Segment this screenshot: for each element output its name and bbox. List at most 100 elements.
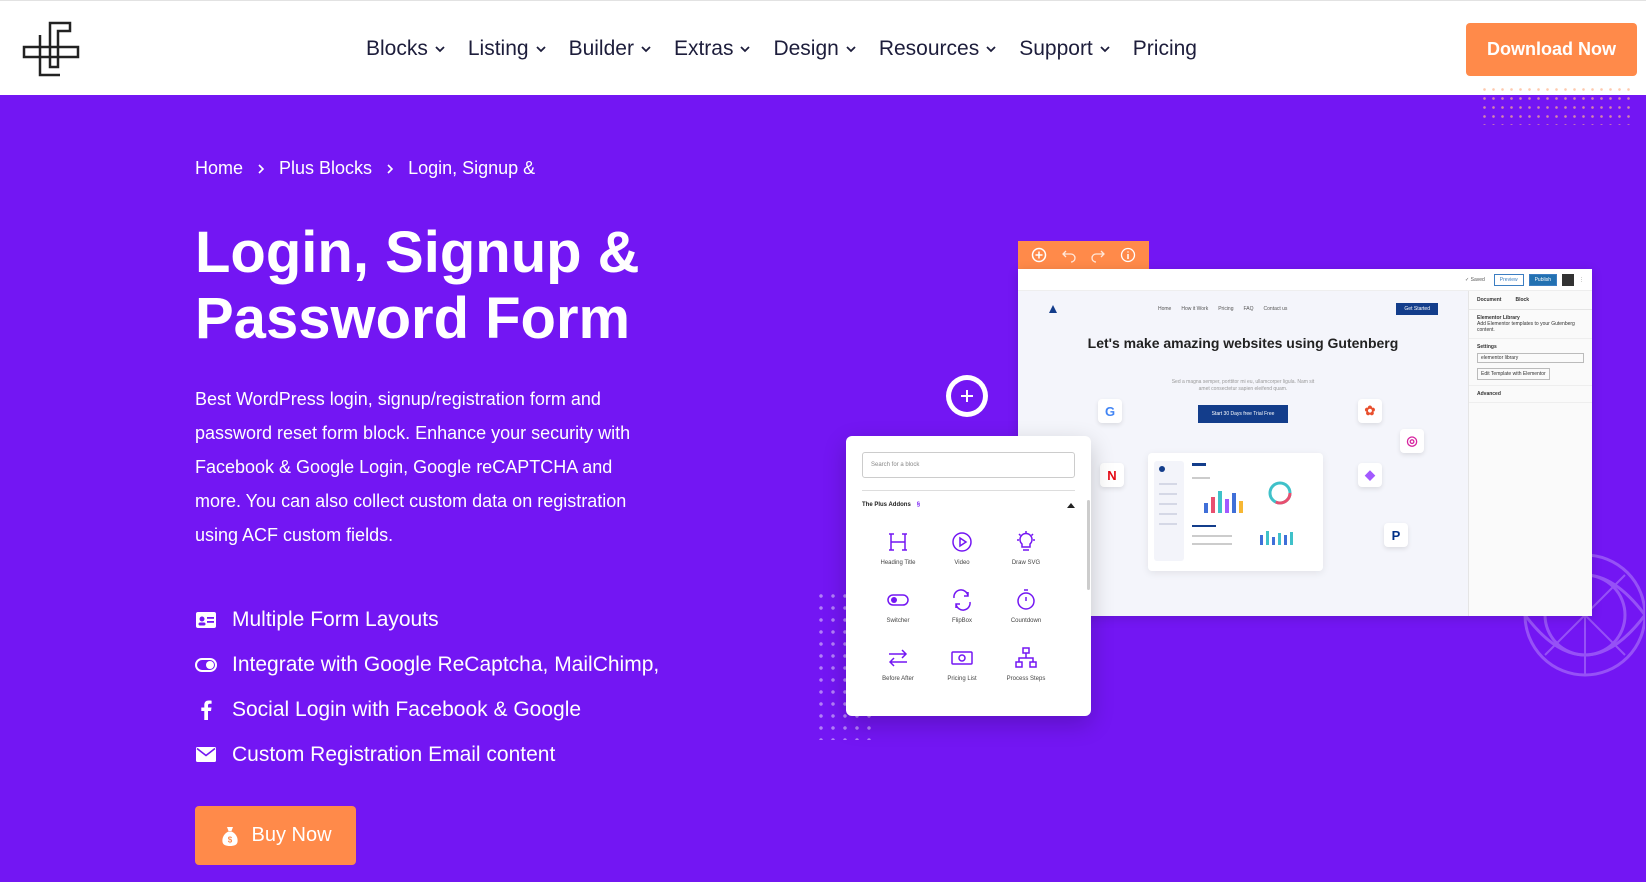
block-pricing-list[interactable]: Pricing List	[930, 646, 994, 682]
block-label: Switcher	[886, 618, 910, 624]
nav-listing[interactable]: Listing	[468, 37, 547, 61]
advanced-panel[interactable]: Advanced	[1469, 386, 1592, 403]
nav-label: Design	[773, 36, 839, 60]
nav-builder[interactable]: Builder	[569, 37, 652, 61]
main-nav: Blocks Listing Builder Extras Design Res…	[366, 1, 1219, 96]
editor-mockup: ✓ Saved Preview Publish ⋮ Home How it Wo…	[1018, 269, 1592, 616]
chevron-down-icon	[535, 45, 546, 52]
editor-topbar: ✓ Saved Preview Publish ⋮	[1018, 269, 1592, 291]
buy-now-label: Buy Now	[251, 824, 332, 846]
library-select[interactable]: elementor library	[1477, 353, 1584, 363]
facebook-icon	[195, 699, 217, 721]
figma-icon: ◆	[1358, 463, 1382, 487]
before-after-icon	[888, 649, 908, 667]
nav-extras[interactable]: Extras	[674, 37, 752, 61]
info-icon[interactable]	[1120, 247, 1136, 263]
bulb-icon	[1017, 531, 1035, 551]
block-search-input[interactable]: Search for a block	[862, 452, 1075, 478]
add-block-icon[interactable]	[1031, 247, 1047, 263]
flipbox-icon	[953, 589, 971, 611]
block-label: Countdown	[1010, 618, 1042, 624]
page-title: Login, Signup & Password Form	[195, 220, 640, 351]
nav-label: Extras	[673, 36, 734, 60]
mockup-headline: Let's make amazing websites using Gutenb…	[1087, 335, 1399, 351]
nav-support[interactable]: Support	[1019, 37, 1111, 61]
nav-label: Pricing	[1132, 36, 1197, 60]
sidebar-tabs: Document Block	[1469, 291, 1592, 310]
publish-button[interactable]: Publish	[1528, 273, 1557, 286]
chevron-right-icon	[387, 163, 394, 174]
chevron-up-icon	[1067, 502, 1075, 508]
settings-panel: Settings elementor library Edit Template…	[1469, 339, 1592, 386]
divider	[862, 490, 1075, 491]
block-flipbox[interactable]: FlipBox	[930, 588, 994, 624]
breadcrumb-home[interactable]: Home	[195, 158, 243, 179]
feature-item: Custom Registration Email content	[195, 732, 659, 777]
plus-addons-icon: §	[916, 502, 921, 508]
download-now-button[interactable]: Download Now	[1466, 23, 1637, 76]
add-block-button[interactable]	[946, 375, 988, 417]
heading-icon	[889, 533, 907, 551]
block-label: Video	[954, 560, 970, 566]
breadcrumb-plus-blocks[interactable]: Plus Blocks	[279, 158, 372, 179]
process-steps-icon	[1015, 647, 1037, 668]
block-switcher[interactable]: Switcher	[866, 588, 930, 624]
feature-label: Multiple Form Layouts	[232, 607, 439, 631]
editor-sidebar: Document Block Elementor Library Add Ele…	[1468, 291, 1592, 616]
paypal-icon: P	[1384, 523, 1408, 547]
tab-document[interactable]: Document	[1477, 297, 1501, 303]
logo-icon[interactable]	[20, 19, 82, 79]
mini-nav-links: Home How it Work Pricing FAQ Contact us	[1158, 306, 1287, 312]
id-card-icon	[195, 609, 217, 631]
feature-item: Multiple Form Layouts	[195, 597, 659, 642]
block-countdown[interactable]: Countdown	[994, 588, 1058, 624]
mockup-dashboard	[1148, 453, 1323, 571]
preview-button[interactable]: Preview	[1493, 273, 1524, 286]
block-group-header[interactable]: The Plus Addons §	[862, 502, 1075, 508]
svg-text:$: $	[228, 835, 233, 844]
envelope-icon	[195, 744, 217, 766]
inserter-scrollbar[interactable]	[1087, 500, 1090, 590]
edit-template-button[interactable]: Edit Template with Elementor	[1477, 368, 1550, 380]
switcher-icon	[887, 594, 909, 606]
feature-label: Social Login with Facebook & Google	[232, 697, 582, 721]
nav-label: Blocks	[366, 36, 428, 60]
block-video[interactable]: Video	[930, 530, 994, 566]
tab-block[interactable]: Block	[1515, 297, 1529, 303]
pricing-list-icon	[951, 651, 973, 665]
block-label: Pricing List	[947, 676, 977, 682]
gear-icon[interactable]	[1562, 273, 1574, 286]
breadcrumb: Home Plus Blocks Login, Signup &	[195, 158, 535, 179]
nav-resources[interactable]: Resources	[879, 37, 997, 61]
block-process-steps[interactable]: Process Steps	[994, 646, 1058, 682]
more-icon[interactable]: ⋮	[1579, 277, 1584, 283]
redo-icon[interactable]	[1090, 247, 1106, 263]
mini-nav-link: Home	[1158, 306, 1172, 312]
block-inserter-panel: Search for a block The Plus Addons § Hea…	[846, 436, 1091, 716]
library-desc: Add Elementor templates to your Gutenber…	[1477, 321, 1575, 333]
flower-logo-icon: ✿	[1358, 399, 1382, 423]
chevron-down-icon	[641, 45, 651, 52]
nav-blocks[interactable]: Blocks	[366, 37, 446, 61]
block-draw-svg[interactable]: Draw SVG	[994, 530, 1058, 566]
undo-icon[interactable]	[1061, 247, 1077, 263]
nav-pricing[interactable]: Pricing	[1133, 37, 1197, 61]
video-icon	[952, 532, 972, 552]
nav-design[interactable]: Design	[773, 37, 856, 61]
block-label: Process Steps	[1006, 676, 1046, 682]
block-before-after[interactable]: Before After	[866, 646, 930, 682]
plus-icon	[951, 380, 983, 412]
block-label: Heading Title	[880, 560, 916, 566]
nav-label: Resources	[878, 36, 980, 60]
toggle-icon	[195, 654, 217, 676]
instagram-icon: ◎	[1400, 429, 1424, 453]
chevron-down-icon	[435, 45, 445, 52]
chevron-down-icon	[1100, 45, 1110, 52]
block-heading-title[interactable]: Heading Title	[866, 530, 930, 566]
buy-now-button[interactable]: $ Buy Now	[195, 806, 356, 865]
breadcrumb-current: Login, Signup &	[408, 158, 536, 178]
mockup-cta: Start 30 Days free Trial Free	[1198, 405, 1288, 423]
decorative-dots	[1480, 85, 1630, 125]
chevron-right-icon	[258, 163, 265, 174]
block-label: Before After	[882, 676, 914, 682]
